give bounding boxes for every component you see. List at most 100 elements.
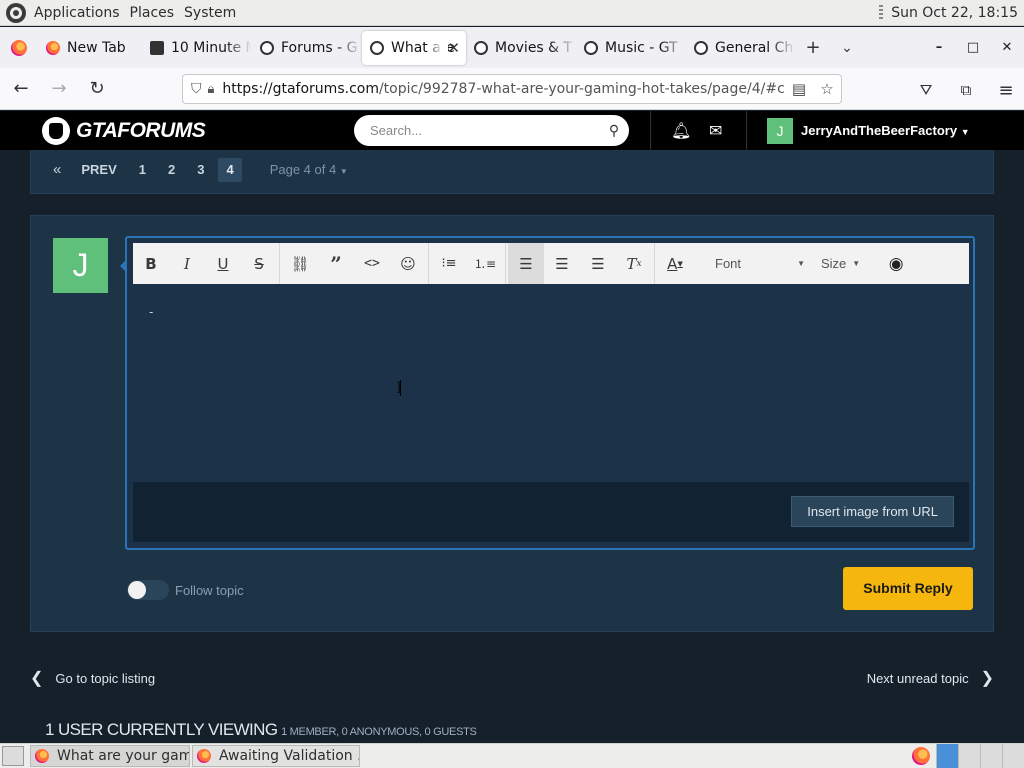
firefox-icon <box>35 749 49 763</box>
workspace-1[interactable] <box>936 744 958 768</box>
menu-applications[interactable]: Applications <box>34 5 120 21</box>
editor-text: - <box>149 305 154 319</box>
editor-footer: Insert image from URL <box>133 482 969 542</box>
users-viewing-headline: 1 USER CURRENTLY VIEWING <box>45 720 278 739</box>
user-menu[interactable]: JerryAndTheBeerFactory ▼ <box>801 123 970 138</box>
link-icon[interactable]: ⛓ <box>282 243 318 284</box>
lock-icon[interactable]: 🔒︎ <box>208 82 215 97</box>
go-to-topic-listing-link[interactable]: ❮ Go to topic listing <box>30 668 155 688</box>
gta-icon <box>260 40 274 55</box>
remove-format-icon[interactable]: Tx <box>616 243 652 284</box>
align-center-icon[interactable]: ☰ <box>544 243 580 284</box>
bookmark-star-icon[interactable]: ☆ <box>813 80 841 98</box>
system-tray <box>912 744 1024 768</box>
page-link-1[interactable]: 1 <box>131 158 154 182</box>
tracking-shield-icon[interactable]: ⛉ <box>191 81 202 97</box>
numbered-list-icon[interactable]: ⒈≡ <box>467 243 503 284</box>
tab-strip: New Tab 10 Minute M Forums - G What are … <box>0 27 1024 68</box>
editor-toolbar: B I U S ⛓ ” <> ☺ ⁝≡ ⒈≡ ☰ ☰ ☰ Tx A ▼ Font ▼ <box>133 243 969 284</box>
tab-label: New Tab <box>67 39 126 56</box>
search-icon[interactable]: ⚲ <box>599 123 629 139</box>
text-color-icon[interactable]: A ▼ <box>657 243 693 284</box>
workspace-4[interactable] <box>1002 744 1024 768</box>
distro-logo-icon[interactable] <box>6 2 26 23</box>
panel-handle-icon <box>879 4 884 21</box>
page-link-2[interactable]: 2 <box>160 158 183 182</box>
first-page-button[interactable]: « <box>45 158 69 182</box>
notifications-bell-icon[interactable]: 🔔︎ <box>671 121 691 140</box>
taskbar-window-item[interactable]: Awaiting Validation ... <box>192 745 360 767</box>
strikethrough-icon[interactable]: S <box>241 243 277 284</box>
avatar: J <box>53 238 108 293</box>
ten-minute-icon <box>150 40 164 55</box>
new-tab-plus-icon[interactable]: + <box>796 31 830 65</box>
close-tab-icon[interactable]: ✕ <box>447 39 460 57</box>
url-bar[interactable]: ⛉ 🔒︎ https://gtaforums.com/topic/992787-… <box>182 74 842 104</box>
gta-logo-icon <box>42 116 70 145</box>
tab-new-tab[interactable]: New Tab <box>38 31 142 65</box>
site-logo[interactable]: GTAFORUMS <box>42 116 206 145</box>
code-icon[interactable]: <> <box>354 243 390 284</box>
avatar[interactable]: J <box>767 118 793 144</box>
size-dropdown[interactable]: Size ▼ <box>821 243 860 284</box>
menu-system[interactable]: System <box>184 5 236 21</box>
page-jump-dropdown[interactable]: Page 4 of 4 ▼ <box>262 158 356 182</box>
close-window-icon[interactable]: ✕ <box>990 31 1024 65</box>
tab-music[interactable]: Music - GT <box>576 30 686 65</box>
underline-icon[interactable]: U <box>205 243 241 284</box>
bulleted-list-icon[interactable]: ⁝≡ <box>431 243 467 284</box>
site-search[interactable]: Search... ⚲ <box>354 115 629 146</box>
tab-10-minute-mail[interactable]: 10 Minute M <box>142 30 252 65</box>
show-desktop-icon[interactable] <box>2 746 24 766</box>
align-left-icon[interactable]: ☰ <box>508 243 544 284</box>
search-input[interactable]: Search... <box>354 123 599 138</box>
tab-what-are-your-gaming-hot-takes[interactable]: What are ✕ <box>362 30 466 65</box>
gta-icon <box>694 40 708 55</box>
bold-icon[interactable]: B <box>133 243 169 284</box>
page-link-4-current[interactable]: 4 <box>218 158 242 182</box>
taskbar-window-item[interactable]: What are your gami... <box>30 745 190 767</box>
insert-image-from-url-button[interactable]: Insert image from URL <box>791 496 954 527</box>
chevron-left-icon: ❮ <box>30 670 44 687</box>
list-all-tabs-chevron-icon[interactable]: ⌄ <box>830 31 864 65</box>
tab-movies[interactable]: Movies & T <box>466 30 576 65</box>
firefox-tray-icon[interactable] <box>912 747 930 765</box>
navigation-bar: ← → ↻ ⛉ 🔒︎ https://gtaforums.com/topic/9… <box>0 68 1024 110</box>
preview-eye-icon[interactable]: ◉ <box>878 243 914 284</box>
gta-icon <box>474 40 488 55</box>
workspace-2[interactable] <box>958 744 980 768</box>
next-unread-topic-link[interactable]: Next unread topic ❯ <box>867 668 994 688</box>
tab-general-chat[interactable]: General Ch <box>686 30 796 65</box>
submit-reply-button[interactable]: Submit Reply <box>843 567 973 610</box>
hamburger-menu-icon[interactable]: ≡ <box>988 74 1024 106</box>
quote-icon[interactable]: ” <box>318 243 354 284</box>
follow-topic-toggle[interactable] <box>127 580 169 600</box>
page-content: « PREV 1 2 3 4 Page 4 of 4 ▼ J B I U S ⛓… <box>0 150 1024 743</box>
menu-places[interactable]: Places <box>130 5 175 21</box>
font-dropdown[interactable]: Font ▼ <box>715 243 805 284</box>
extensions-puzzle-icon[interactable]: ⧉ <box>948 74 984 106</box>
align-right-icon[interactable]: ☰ <box>580 243 616 284</box>
minimize-icon[interactable]: – <box>922 31 956 65</box>
clock[interactable]: Sun Oct 22, 18:15 <box>891 5 1018 21</box>
workspace-3[interactable] <box>980 744 1002 768</box>
editor-content-area[interactable]: - <box>133 284 969 482</box>
messages-envelope-icon[interactable]: ✉ <box>709 121 722 140</box>
italic-icon[interactable]: I <box>169 243 205 284</box>
back-arrow-icon[interactable]: ← <box>4 73 38 105</box>
prev-page-button[interactable]: PREV <box>73 158 124 182</box>
page-link-3[interactable]: 3 <box>189 158 212 182</box>
pagination-panel: « PREV 1 2 3 4 Page 4 of 4 ▼ <box>30 150 994 194</box>
firefox-view-icon[interactable] <box>0 31 38 65</box>
text-cursor-icon <box>396 378 406 397</box>
pocket-icon[interactable]: ⛛ <box>908 74 944 106</box>
tab-forums[interactable]: Forums - G <box>252 30 362 65</box>
emoji-icon[interactable]: ☺ <box>390 243 426 284</box>
reader-view-icon[interactable]: ▤ <box>785 80 813 98</box>
forward-arrow-icon[interactable]: → <box>42 73 76 105</box>
rich-text-editor: B I U S ⛓ ” <> ☺ ⁝≡ ⒈≡ ☰ ☰ ☰ Tx A ▼ Font ▼ <box>125 236 975 550</box>
maximize-icon[interactable]: □ <box>956 31 990 65</box>
users-viewing-detail: 1 MEMBER, 0 ANONYMOUS, 0 GUESTS <box>281 726 477 738</box>
url-text[interactable]: https://gtaforums.com/topic/992787-what-… <box>222 81 785 97</box>
reload-icon[interactable]: ↻ <box>80 73 114 105</box>
